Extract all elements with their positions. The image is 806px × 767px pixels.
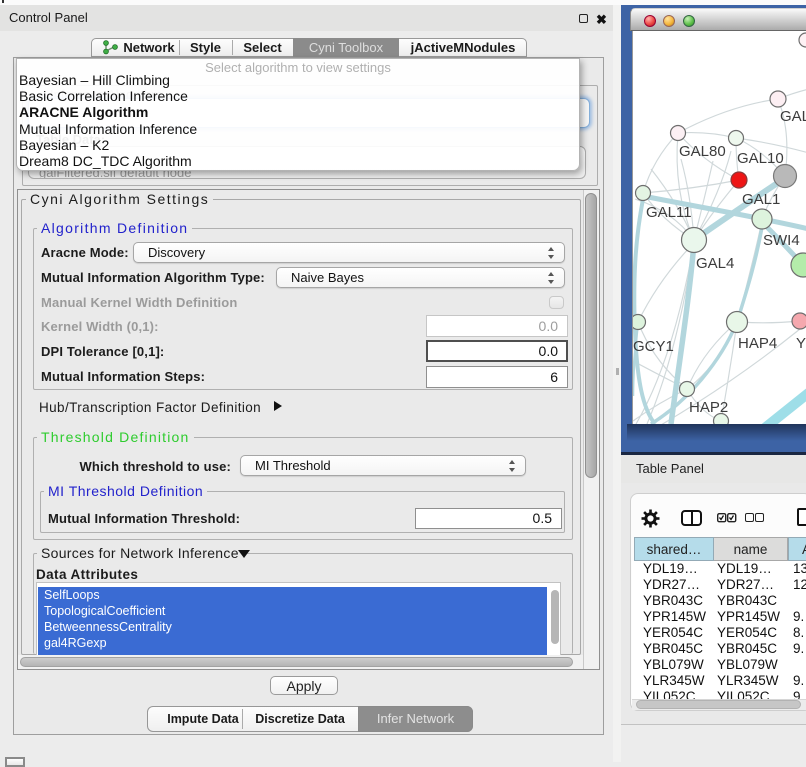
svg-text:GAL1: GAL1 xyxy=(742,191,780,208)
svg-text:HAP4: HAP4 xyxy=(738,335,777,352)
svg-text:GCY1: GCY1 xyxy=(633,338,674,355)
svg-text:Y: Y xyxy=(796,335,806,352)
svg-text:GAL4: GAL4 xyxy=(696,255,734,272)
svg-text:HAP2: HAP2 xyxy=(689,399,728,416)
svg-text:GAL80: GAL80 xyxy=(679,143,726,160)
svg-text:GAL11: GAL11 xyxy=(646,204,692,221)
svg-text:SWI4: SWI4 xyxy=(763,232,800,249)
svg-text:GAL7: GAL7 xyxy=(780,108,806,125)
svg-text:GAL10: GAL10 xyxy=(737,150,784,167)
